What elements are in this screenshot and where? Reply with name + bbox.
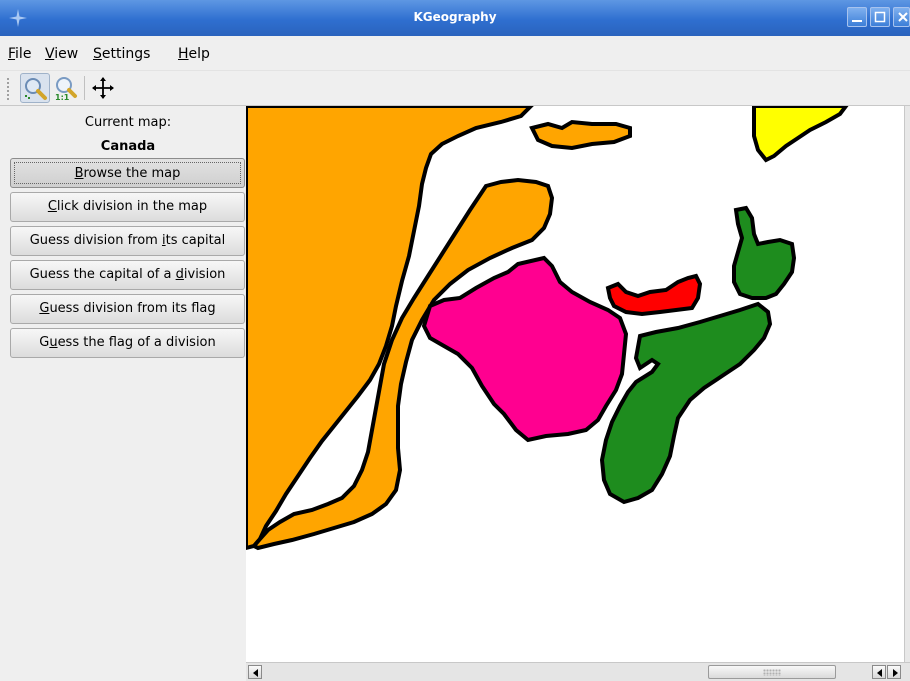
map-canvas[interactable] xyxy=(246,106,904,662)
vertical-scrollbar[interactable] xyxy=(904,106,910,662)
close-icon xyxy=(898,12,908,22)
guess-capital-button[interactable]: Guess the capital of a division xyxy=(10,260,245,290)
minimize-icon xyxy=(852,20,862,22)
guess-division-from-capital-button[interactable]: Guess division from its capital xyxy=(10,226,245,256)
move-icon xyxy=(92,77,114,99)
guess-division-from-flag-button[interactable]: Guess division from its flag xyxy=(10,294,245,324)
window-title-bar[interactable]: KGeography xyxy=(0,0,910,36)
menu-view[interactable]: View xyxy=(45,46,78,62)
browse-map-button[interactable]: Browse the map xyxy=(10,158,245,188)
menu-help[interactable]: Help xyxy=(178,46,210,62)
svg-text:1:1: 1:1 xyxy=(55,93,70,101)
move-button[interactable] xyxy=(88,73,118,103)
toolbar-grip[interactable] xyxy=(6,77,10,101)
zoom-icon xyxy=(25,78,47,100)
arrow-right-icon xyxy=(893,669,898,677)
arrow-left-icon xyxy=(253,669,258,677)
maximize-button[interactable] xyxy=(870,7,890,27)
maximize-icon xyxy=(874,11,886,23)
map-region-orange-island[interactable] xyxy=(529,119,632,151)
map-region-red[interactable] xyxy=(605,273,703,317)
scroll-left-button-2[interactable] xyxy=(872,665,886,679)
map-region-green-island[interactable] xyxy=(732,205,797,300)
current-map-name: Canada xyxy=(100,139,156,154)
map-view[interactable] xyxy=(246,106,904,662)
toolbar: 1:1 xyxy=(0,71,910,106)
original-size-icon: 1:1 xyxy=(55,77,77,101)
original-size-button[interactable]: 1:1 xyxy=(51,73,81,103)
close-button[interactable] xyxy=(893,7,910,27)
horizontal-scroll-thumb[interactable] xyxy=(708,665,836,679)
minimize-button[interactable] xyxy=(847,7,867,27)
current-map-label: Current map: xyxy=(84,115,172,130)
window-title: KGeography xyxy=(413,10,497,24)
scroll-right-button[interactable] xyxy=(887,665,901,679)
arrow-left-icon xyxy=(877,669,882,677)
map-region-magenta[interactable] xyxy=(421,255,629,443)
scroll-left-button[interactable] xyxy=(248,665,262,679)
click-division-button[interactable]: Click division in the map xyxy=(10,192,245,222)
menu-file[interactable]: File xyxy=(8,46,31,62)
horizontal-scrollbar[interactable] xyxy=(246,662,910,681)
toolbar-separator xyxy=(84,76,85,100)
zoom-button[interactable] xyxy=(20,73,50,103)
menu-bar: File View Settings Help xyxy=(0,36,910,71)
menu-settings[interactable]: Settings xyxy=(93,46,150,62)
map-region-yellow[interactable] xyxy=(752,106,849,163)
guess-flag-button[interactable]: Guess the flag of a division xyxy=(10,328,245,358)
sidebar: Current map: Canada Browse the map Click… xyxy=(0,106,246,681)
